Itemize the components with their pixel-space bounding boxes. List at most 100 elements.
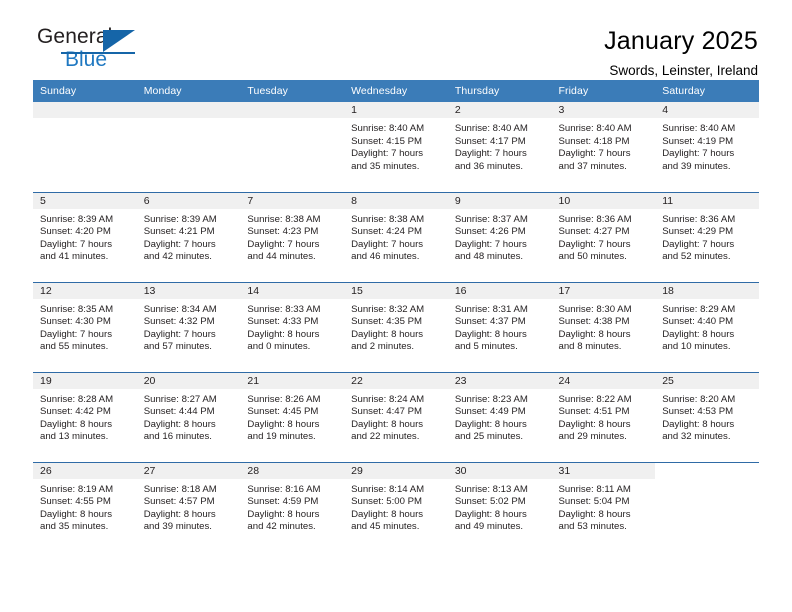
day-details: Sunrise: 8:40 AM Sunset: 4:19 PM Daylight:… bbox=[655, 118, 759, 173]
sunrise-text: Sunrise: 8:18 AM bbox=[143, 483, 217, 495]
sunrise-text: Sunrise: 8:39 AM bbox=[143, 213, 217, 225]
calendar-day-cell[interactable]: 24 Sunrise: 8:22 AM Sunset: 4:51 PM Dayligh… bbox=[551, 371, 656, 462]
sunset-text: Sunset: 5:02 PM bbox=[454, 496, 526, 508]
daylight-text-line1: Daylight: 7 hours bbox=[351, 238, 424, 250]
day-details: Sunrise: 8:13 AM Sunset: 5:02 PM Daylight:… bbox=[448, 479, 552, 534]
day-details: Sunrise: 8:22 AM Sunset: 4:51 PM Daylight:… bbox=[552, 389, 656, 444]
calendar-day-cell[interactable]: 29 Sunrise: 8:14 AM Sunset: 5:00 PM Dayligh… bbox=[344, 461, 448, 552]
sunset-text: Sunset: 4:35 PM bbox=[351, 316, 423, 328]
daylight-text-line2: and 13 minutes. bbox=[40, 431, 109, 443]
day-details: Sunrise: 8:40 AM Sunset: 4:17 PM Daylight:… bbox=[448, 118, 552, 173]
daylight-text-line2: and 50 minutes. bbox=[558, 251, 627, 263]
day-number: 7 bbox=[240, 192, 345, 209]
calendar-day-cell[interactable]: 14 Sunrise: 8:33 AM Sunset: 4:33 PM Dayligh… bbox=[240, 281, 345, 372]
day-details: Sunrise: 8:36 AM Sunset: 4:27 PM Daylight:… bbox=[552, 209, 656, 264]
sunset-text: Sunset: 4:33 PM bbox=[247, 316, 319, 328]
calendar-day-cell[interactable]: 16 Sunrise: 8:31 AM Sunset: 4:37 PM Dayligh… bbox=[447, 281, 552, 372]
day-details: Sunrise: 8:23 AM Sunset: 4:49 PM Daylight:… bbox=[448, 389, 552, 444]
day-details: Sunrise: 8:39 AM Sunset: 4:20 PM Daylight:… bbox=[33, 209, 137, 264]
sunset-text: Sunset: 4:32 PM bbox=[143, 316, 215, 328]
calendar-day-cell[interactable]: 22 Sunrise: 8:24 AM Sunset: 4:47 PM Dayligh… bbox=[344, 371, 448, 462]
day-number: 18 bbox=[655, 282, 759, 299]
calendar-day-cell[interactable]: 17 Sunrise: 8:30 AM Sunset: 4:38 PM Dayligh… bbox=[551, 281, 656, 372]
daylight-text-line2: and 25 minutes. bbox=[454, 431, 524, 443]
daylight-text-line1: Daylight: 7 hours bbox=[558, 148, 631, 160]
calendar-empty-cell bbox=[33, 102, 137, 192]
daylight-text-line2: and 37 minutes. bbox=[558, 160, 627, 172]
day-details: Sunrise: 8:40 AM Sunset: 4:18 PM Daylight:… bbox=[552, 118, 656, 173]
calendar-day-cell[interactable]: 23 Sunrise: 8:23 AM Sunset: 4:49 PM Dayligh… bbox=[447, 371, 552, 462]
calendar-week-row: 19 Sunrise: 8:28 AM Sunset: 4:42 PM Dayligh… bbox=[33, 371, 759, 462]
daylight-text-line1: Daylight: 7 hours bbox=[247, 238, 320, 250]
daylight-text-line1: Daylight: 7 hours bbox=[662, 148, 735, 160]
sunset-text: Sunset: 4:55 PM bbox=[40, 496, 111, 508]
sunset-text: Sunset: 5:00 PM bbox=[351, 496, 423, 508]
day-number: 27 bbox=[136, 462, 241, 479]
calendar-day-cell[interactable]: 25 Sunrise: 8:20 AM Sunset: 4:53 PM Dayligh… bbox=[655, 371, 759, 462]
daylight-text-line2: and 46 minutes. bbox=[351, 251, 420, 263]
day-details: Sunrise: 8:37 AM Sunset: 4:26 PM Daylight:… bbox=[448, 209, 552, 264]
day-number: 8 bbox=[344, 192, 448, 209]
calendar-day-cell[interactable]: 18 Sunrise: 8:29 AM Sunset: 4:40 PM Dayligh… bbox=[655, 281, 759, 372]
weekday-header-monday: Monday bbox=[136, 80, 241, 102]
day-details: Sunrise: 8:19 AM Sunset: 4:55 PM Daylight:… bbox=[33, 479, 137, 534]
sunset-text: Sunset: 4:44 PM bbox=[143, 406, 215, 418]
calendar-day-cell[interactable]: 11 Sunrise: 8:36 AM Sunset: 4:29 PM Dayligh… bbox=[655, 191, 759, 282]
daylight-text-line1: Daylight: 8 hours bbox=[454, 508, 527, 520]
daylight-text-line1: Daylight: 8 hours bbox=[247, 328, 320, 340]
sunrise-text: Sunrise: 8:28 AM bbox=[40, 393, 114, 405]
calendar-day-cell[interactable]: 26 Sunrise: 8:19 AM Sunset: 4:55 PM Dayligh… bbox=[33, 461, 137, 552]
daylight-text-line1: Daylight: 7 hours bbox=[454, 148, 527, 160]
day-number: 14 bbox=[240, 282, 345, 299]
calendar-day-cell[interactable]: 7 Sunrise: 8:38 AM Sunset: 4:23 PM Daylight… bbox=[240, 191, 345, 282]
daylight-text-line2: and 49 minutes. bbox=[454, 521, 524, 533]
day-details: Sunrise: 8:18 AM Sunset: 4:57 PM Daylight:… bbox=[137, 479, 241, 534]
daylight-text-line1: Daylight: 8 hours bbox=[351, 418, 424, 430]
calendar-day-cell[interactable]: 9 Sunrise: 8:37 AM Sunset: 4:26 PM Daylight… bbox=[447, 191, 552, 282]
calendar-day-cell[interactable]: 3 Sunrise: 8:40 AM Sunset: 4:18 PM Daylight… bbox=[551, 102, 656, 192]
calendar-day-cell[interactable]: 19 Sunrise: 8:28 AM Sunset: 4:42 PM Dayligh… bbox=[33, 371, 137, 462]
sunrise-text: Sunrise: 8:20 AM bbox=[662, 393, 736, 405]
sunset-text: Sunset: 4:20 PM bbox=[40, 226, 111, 238]
calendar-day-cell[interactable]: 13 Sunrise: 8:34 AM Sunset: 4:32 PM Dayligh… bbox=[136, 281, 241, 372]
calendar-day-cell[interactable]: 21 Sunrise: 8:26 AM Sunset: 4:45 PM Dayligh… bbox=[240, 371, 345, 462]
day-number bbox=[655, 463, 759, 479]
daylight-text-line2: and 57 minutes. bbox=[143, 341, 212, 353]
daylight-text-line1: Daylight: 8 hours bbox=[143, 508, 216, 520]
calendar-day-cell[interactable]: 10 Sunrise: 8:36 AM Sunset: 4:27 PM Dayligh… bbox=[551, 191, 656, 282]
calendar-day-cell[interactable]: 27 Sunrise: 8:18 AM Sunset: 4:57 PM Dayligh… bbox=[136, 461, 241, 552]
logo-text-general: General bbox=[37, 25, 113, 48]
weekday-header-thursday: Thursday bbox=[447, 80, 552, 102]
day-details: Sunrise: 8:27 AM Sunset: 4:44 PM Daylight:… bbox=[137, 389, 241, 444]
daylight-text-line2: and 42 minutes. bbox=[247, 521, 316, 533]
triangle-icon bbox=[103, 30, 135, 52]
calendar-day-cell[interactable]: 6 Sunrise: 8:39 AM Sunset: 4:21 PM Daylight… bbox=[136, 191, 241, 282]
daylight-text-line2: and 22 minutes. bbox=[351, 431, 420, 443]
calendar-empty-cell bbox=[655, 461, 759, 552]
weekday-header-row: Sunday Monday Tuesday Wednesday Thursday… bbox=[33, 80, 759, 102]
calendar-day-cell[interactable]: 2 Sunrise: 8:40 AM Sunset: 4:17 PM Daylight… bbox=[447, 102, 552, 192]
calendar-day-cell[interactable]: 1 Sunrise: 8:40 AM Sunset: 4:15 PM Daylight… bbox=[344, 102, 448, 192]
calendar-day-cell[interactable]: 8 Sunrise: 8:38 AM Sunset: 4:24 PM Daylight… bbox=[344, 191, 448, 282]
sunrise-text: Sunrise: 8:39 AM bbox=[40, 213, 114, 225]
daylight-text-line1: Daylight: 7 hours bbox=[40, 328, 112, 340]
sunrise-text: Sunrise: 8:36 AM bbox=[558, 213, 632, 225]
daylight-text-line2: and 45 minutes. bbox=[351, 521, 420, 533]
calendar-day-cell[interactable]: 12 Sunrise: 8:35 AM Sunset: 4:30 PM Dayligh… bbox=[33, 281, 137, 372]
day-number: 19 bbox=[33, 372, 137, 389]
sunrise-text: Sunrise: 8:35 AM bbox=[40, 303, 114, 315]
daylight-text-line1: Daylight: 7 hours bbox=[351, 148, 424, 160]
daylight-text-line1: Daylight: 7 hours bbox=[143, 238, 216, 250]
calendar-day-cell[interactable]: 28 Sunrise: 8:16 AM Sunset: 4:59 PM Dayligh… bbox=[240, 461, 345, 552]
calendar-week-row: 26 Sunrise: 8:19 AM Sunset: 4:55 PM Dayligh… bbox=[33, 461, 759, 552]
calendar-day-cell[interactable]: 20 Sunrise: 8:27 AM Sunset: 4:44 PM Dayligh… bbox=[136, 371, 241, 462]
calendar-day-cell[interactable]: 5 Sunrise: 8:39 AM Sunset: 4:20 PM Daylight… bbox=[33, 191, 137, 282]
sunrise-text: Sunrise: 8:16 AM bbox=[247, 483, 321, 495]
day-number: 20 bbox=[136, 372, 241, 389]
calendar-day-cell[interactable]: 4 Sunrise: 8:40 AM Sunset: 4:19 PM Daylight… bbox=[655, 102, 759, 192]
daylight-text-line1: Daylight: 7 hours bbox=[662, 238, 735, 250]
calendar-day-cell[interactable]: 31 Sunrise: 8:11 AM Sunset: 5:04 PM Dayligh… bbox=[551, 461, 656, 552]
calendar-day-cell[interactable]: 15 Sunrise: 8:32 AM Sunset: 4:35 PM Dayligh… bbox=[344, 281, 448, 372]
general-blue-logo[interactable]: General Blue bbox=[33, 26, 167, 78]
calendar-day-cell[interactable]: 30 Sunrise: 8:13 AM Sunset: 5:02 PM Dayligh… bbox=[447, 461, 552, 552]
